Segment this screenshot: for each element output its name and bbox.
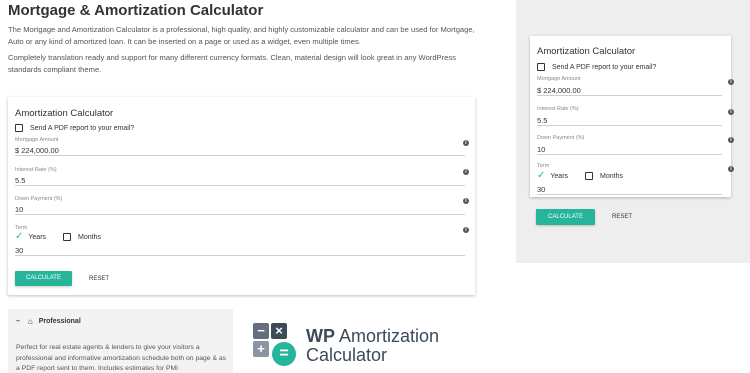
logo-equals-circle: =	[272, 342, 296, 366]
sidebar-mortgage-amount-label: Mortgage Amount	[537, 76, 581, 82]
sidebar-months-option[interactable]: Months	[600, 173, 623, 180]
minus-icon[interactable]: –	[16, 318, 20, 325]
mortgage-amount-label: Mortgage Amount	[15, 137, 59, 143]
pdf-option-row[interactable]: Send A PDF report to your email?	[15, 124, 134, 132]
info-icon[interactable]: i	[463, 198, 469, 204]
sidebar-pdf-checkbox[interactable]	[537, 63, 545, 71]
calculate-button[interactable]: CALCULATE	[15, 271, 72, 286]
mortgage-amount-value[interactable]: $ 224,000.00	[15, 146, 59, 155]
home-icon: ⌂	[27, 317, 33, 326]
pdf-checkbox[interactable]	[15, 124, 23, 132]
sidebar-calculator-title: Amortization Calculator	[537, 46, 636, 57]
sidebar-interest-rate-label: Interest Rate (%)	[537, 106, 579, 112]
logo-times-tile: ×	[271, 323, 287, 339]
months-option[interactable]: Months	[78, 234, 101, 241]
sidebar-mortgage-amount-field[interactable]: Mortgage Amount $ 224,000.00	[537, 76, 722, 96]
professional-text: Perfect for real estate agents & lenders…	[16, 344, 227, 372]
sidebar-interest-rate-field[interactable]: Interest Rate (%) 5.5	[537, 106, 722, 126]
info-icon[interactable]: i	[728, 166, 734, 172]
sidebar-years-option[interactable]: Years	[550, 173, 568, 180]
info-icon[interactable]: i	[463, 140, 469, 146]
term-unit-row: ✓ Years Months	[15, 232, 101, 242]
logo-wordmark-line2: Calculator	[306, 345, 388, 365]
term-value[interactable]: 30	[15, 246, 23, 255]
sidebar-term-unit-row: ✓ Years Months	[537, 171, 623, 181]
interest-rate-value[interactable]: 5.5	[15, 176, 25, 185]
sidebar-months-checkbox[interactable]	[585, 172, 594, 180]
intro-paragraph-2: Completely translation ready and support…	[8, 53, 456, 74]
logo-plus-tile: +	[253, 341, 269, 357]
sidebar-interest-rate-value[interactable]: 5.5	[537, 116, 547, 125]
info-icon[interactable]: i	[728, 109, 734, 115]
interest-rate-field[interactable]: Interest Rate (%) 5.5	[15, 167, 465, 186]
years-option[interactable]: Years	[28, 234, 46, 241]
sidebar-term-label: Term	[537, 163, 550, 169]
sidebar-pdf-option-row[interactable]: Send A PDF report to your email?	[537, 63, 656, 71]
sidebar-pdf-label: Send A PDF report to your email?	[552, 63, 657, 71]
checkmark-icon[interactable]: ✓	[15, 232, 23, 242]
down-payment-label: Down Payment (%)	[15, 196, 63, 202]
sidebar-down-payment-value[interactable]: 10	[537, 145, 545, 154]
intro-paragraph-1: The Mortgage and Amortization Calculator…	[8, 25, 475, 46]
wp-amortization-logo: − × + = WP Amortization Calculator	[253, 323, 440, 373]
down-payment-value[interactable]: 10	[15, 205, 23, 214]
logo-minus-tile: −	[253, 323, 269, 339]
sidebar-reset-button[interactable]: RESET	[612, 214, 632, 220]
sidebar-down-payment-label: Down Payment (%)	[537, 135, 585, 141]
checkmark-icon[interactable]: ✓	[537, 171, 545, 181]
mortgage-amount-field[interactable]: Mortgage Amount $ 224,000.00	[15, 137, 465, 156]
interest-rate-label: Interest Rate (%)	[15, 167, 57, 173]
logo-wordmark-line1: WP Amortization	[306, 326, 440, 346]
months-checkbox[interactable]	[63, 233, 72, 241]
pdf-label: Send A PDF report to your email?	[30, 124, 135, 132]
info-icon[interactable]: i	[728, 137, 734, 143]
sidebar-mortgage-amount-value[interactable]: $ 224,000.00	[537, 86, 581, 95]
professional-title: Professional	[38, 318, 81, 325]
professional-header[interactable]: – ⌂ Professional	[16, 317, 81, 326]
sidebar-calculator-card: Amortization Calculator Send A PDF repor…	[530, 36, 734, 197]
sidebar-term-value[interactable]: 30	[537, 185, 545, 194]
professional-section: – ⌂ Professional Perfect for real estate…	[8, 309, 233, 373]
main-calculator-card: Amortization Calculator Send A PDF repor…	[8, 97, 475, 295]
calculator-title: Amortization Calculator	[15, 108, 114, 119]
sidebar-down-payment-field[interactable]: Down Payment (%) 10	[537, 135, 722, 155]
reset-button[interactable]: RESET	[89, 276, 109, 282]
sidebar-calculate-button[interactable]: CALCULATE	[536, 209, 595, 225]
info-icon[interactable]: i	[463, 227, 469, 233]
page-title: Mortgage & Amortization Calculator	[8, 2, 264, 19]
sidebar: Amortization Calculator Send A PDF repor…	[516, 0, 750, 263]
down-payment-field[interactable]: Down Payment (%) 10	[15, 196, 465, 215]
info-icon[interactable]: i	[728, 79, 734, 85]
info-icon[interactable]: i	[463, 169, 469, 175]
